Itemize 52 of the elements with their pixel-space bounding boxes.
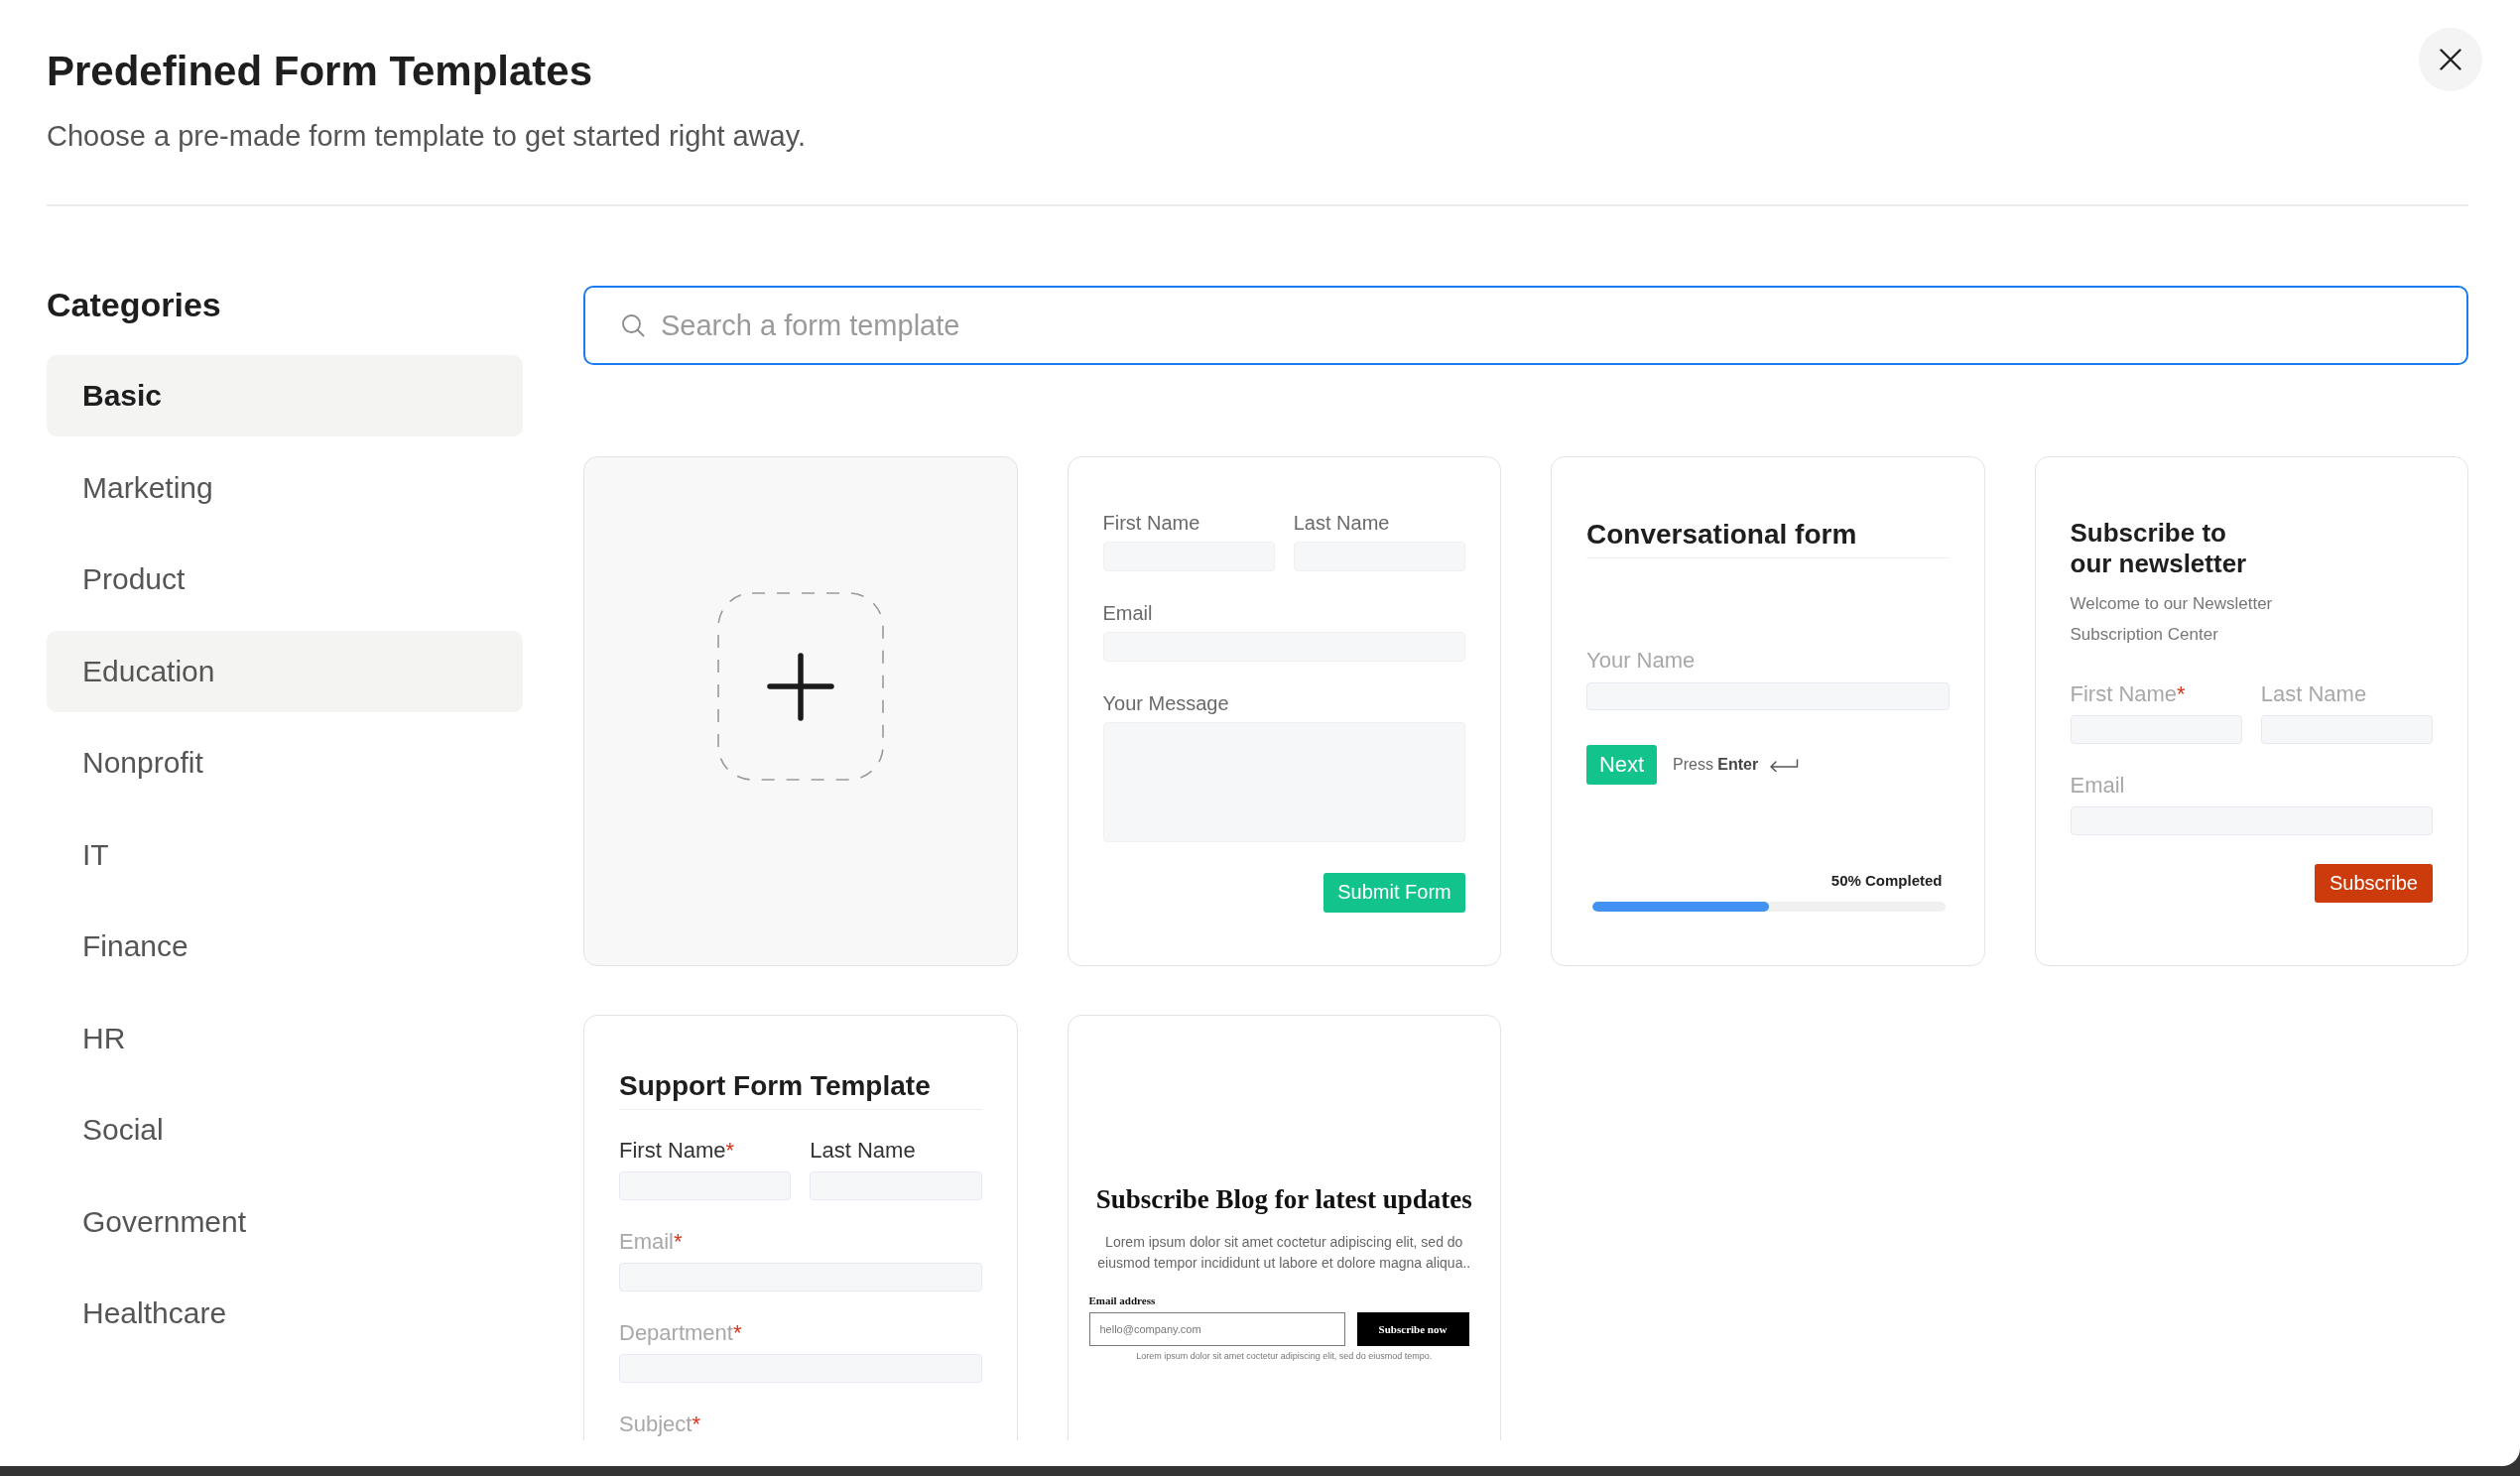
field-label: Email address (1088, 1293, 1156, 1307)
category-item[interactable]: Government (47, 1180, 523, 1263)
form-description: Lorem ipsum dolor sit amet coctetur adipiscing elit, sed do eiusmod tempor incididunt ut labore et dolore magna aliqua.. (1096, 1233, 1472, 1273)
field-label: First Name* (619, 1138, 735, 1164)
field-label: Your Name (1586, 648, 1696, 674)
field-label: Last Name (1293, 510, 1390, 535)
next-button: Next (1586, 745, 1657, 785)
email-field: hello@company.com (1088, 1312, 1345, 1346)
field-label: Last Name (2260, 680, 2367, 707)
sidebar-heading: Categories (47, 285, 221, 324)
field-label: First Name* (2070, 680, 2186, 707)
close-icon (2440, 49, 2461, 70)
category-item[interactable]: Marketing (47, 446, 523, 529)
dialog-title: Predefined Form Templates (47, 47, 593, 96)
form-title: Subscribe Blog for latest updates (1095, 1184, 1472, 1214)
form-title: Conversational form (1586, 517, 1857, 552)
form-title: Subscribe to our newsletter (2070, 518, 2248, 579)
field-label: Last Name (810, 1138, 916, 1164)
template-card[interactable] (1067, 1015, 1501, 1440)
category-item[interactable]: Social (47, 1089, 523, 1170)
field-label: Subject* (619, 1412, 700, 1437)
field-label: Department* (619, 1320, 742, 1346)
category-item[interactable]: HR (47, 997, 523, 1079)
key-hint: Press Enter (1673, 756, 1759, 774)
search-icon (621, 313, 645, 337)
template-card[interactable]: Conversational form Your Name Next Press Enter 50% Completed (1551, 456, 1985, 966)
field-label: First Name (1102, 510, 1200, 535)
category-item[interactable]: Finance (47, 906, 523, 987)
template-card[interactable]: First Name Last Name Email Your Message Submit Form (1067, 456, 1501, 966)
dialog-subtitle: Choose a pre-made form template to get started right away. (47, 119, 807, 154)
submit-button: Submit Form (1323, 872, 1465, 913)
category-item[interactable]: IT (47, 813, 523, 896)
return-arrow-icon (1769, 758, 1800, 772)
field-label: Email (2070, 772, 2125, 799)
form-description: Welcome to our Newsletter Subscription Center (2070, 593, 2274, 646)
plus-icon (716, 592, 884, 781)
category-item[interactable]: Nonprofit (47, 722, 523, 803)
search-field[interactable]: Search a form template (583, 286, 2468, 365)
template-card[interactable]: Subscribe to our newsletter Welcome to our Newsletter Subscription Center First Name* Last Name Email Subscribe (2034, 456, 2468, 966)
form-title: Support Form Template (619, 1068, 931, 1103)
field-label: Your Message (1102, 690, 1229, 715)
subscribe-button: Subscribe now (1356, 1312, 1469, 1346)
field-label: Email* (619, 1229, 683, 1255)
category-item[interactable]: Basic (47, 355, 523, 436)
field-label: Email (1102, 600, 1153, 625)
category-item[interactable]: Product (47, 539, 523, 620)
category-item[interactable]: Healthcare (47, 1273, 523, 1354)
template-card[interactable]: Support Form Template First Name* Last Name Email* Department* Subject* (583, 1015, 1018, 1440)
category-item[interactable]: Education (47, 630, 523, 712)
subscribe-button: Subscribe (2315, 863, 2433, 903)
progress-label: 50% Completed (1830, 872, 1943, 890)
footnote: Lorem ipsum dolor sit amet coctetur adipiscing elit, sed do eiusmod tempo. (1136, 1351, 1433, 1362)
